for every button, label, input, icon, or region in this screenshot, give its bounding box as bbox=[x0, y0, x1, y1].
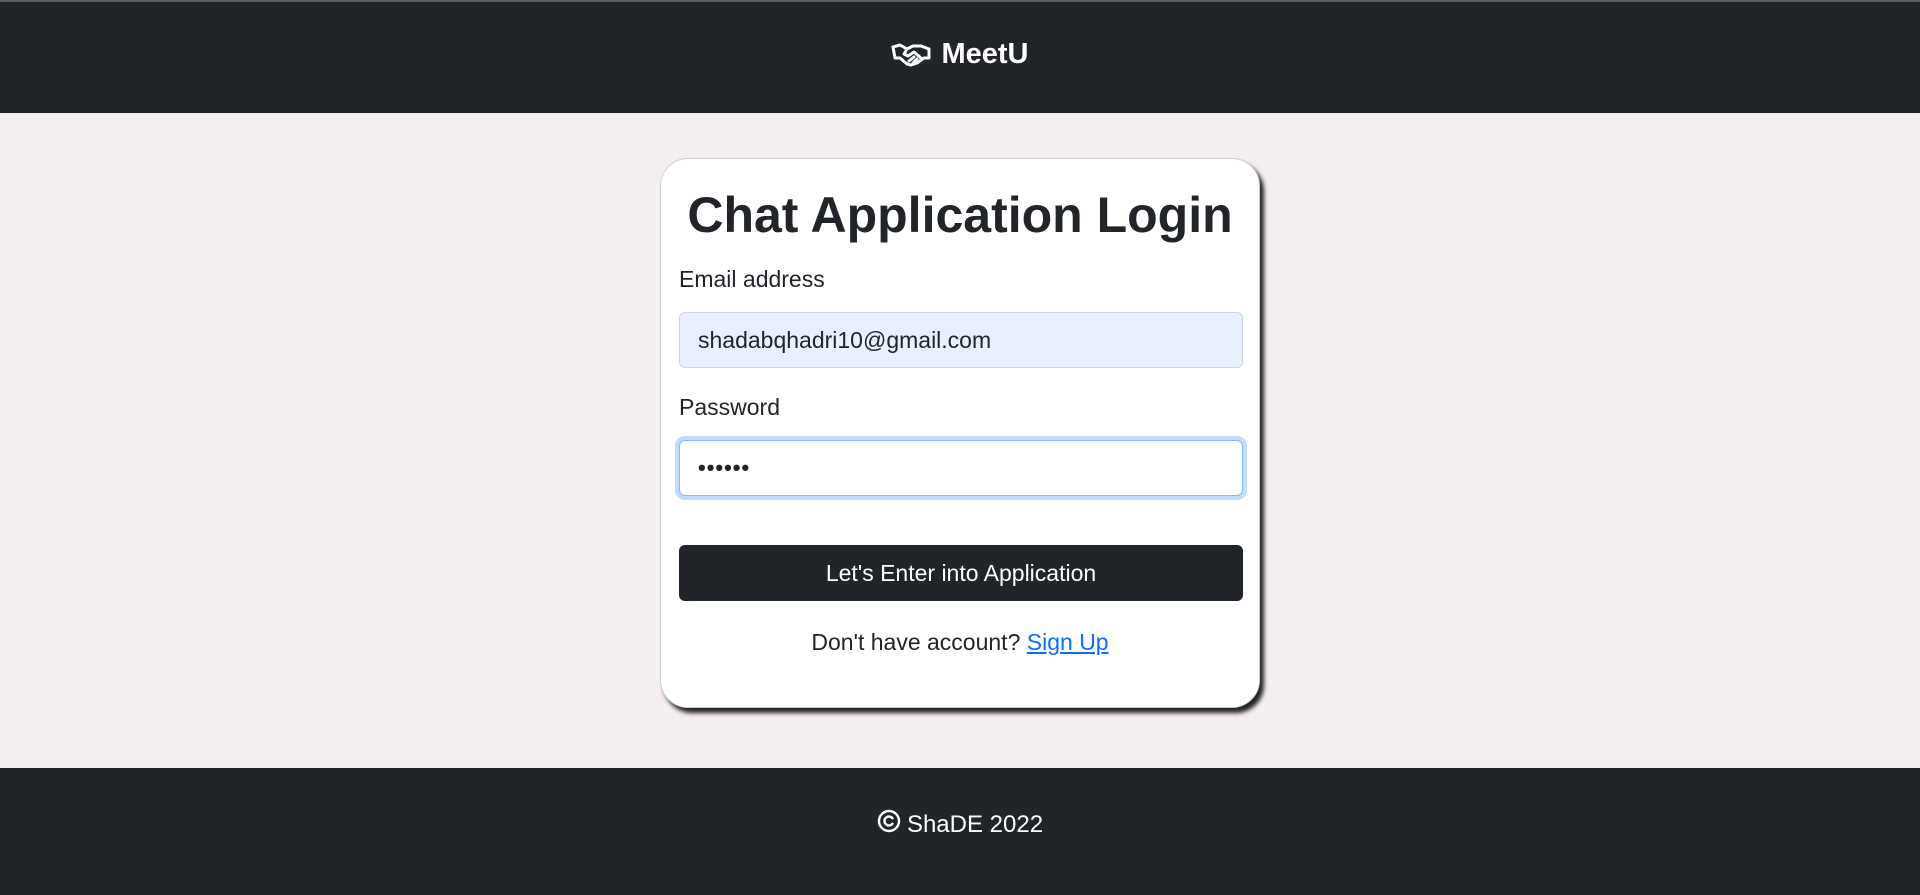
email-label: Email address bbox=[679, 266, 825, 292]
signup-link[interactable]: Sign Up bbox=[1027, 629, 1109, 655]
brand[interactable]: MeetU bbox=[891, 38, 1029, 71]
brand-name: MeetU bbox=[941, 38, 1029, 70]
login-button[interactable]: Let's Enter into Application bbox=[679, 545, 1243, 601]
login-card: Chat Application Login Email address Pas… bbox=[660, 158, 1260, 708]
password-field[interactable] bbox=[679, 440, 1243, 496]
main-content: Chat Application Login Email address Pas… bbox=[0, 113, 1920, 768]
copyright-icon bbox=[877, 809, 901, 840]
footer: ShaDE 2022 bbox=[0, 768, 1920, 895]
footer-text: ShaDE 2022 bbox=[906, 810, 1044, 838]
footer-content: ShaDE 2022 bbox=[877, 809, 1043, 840]
password-label: Password bbox=[679, 394, 780, 420]
navbar: MeetU bbox=[0, 2, 1920, 113]
handshake-icon bbox=[891, 41, 931, 69]
signup-row: Don't have account? Sign Up bbox=[661, 629, 1259, 656]
page-title: Chat Application Login bbox=[687, 187, 1233, 243]
email-field[interactable] bbox=[679, 312, 1243, 368]
signup-prompt: Don't have account? bbox=[811, 629, 1021, 655]
